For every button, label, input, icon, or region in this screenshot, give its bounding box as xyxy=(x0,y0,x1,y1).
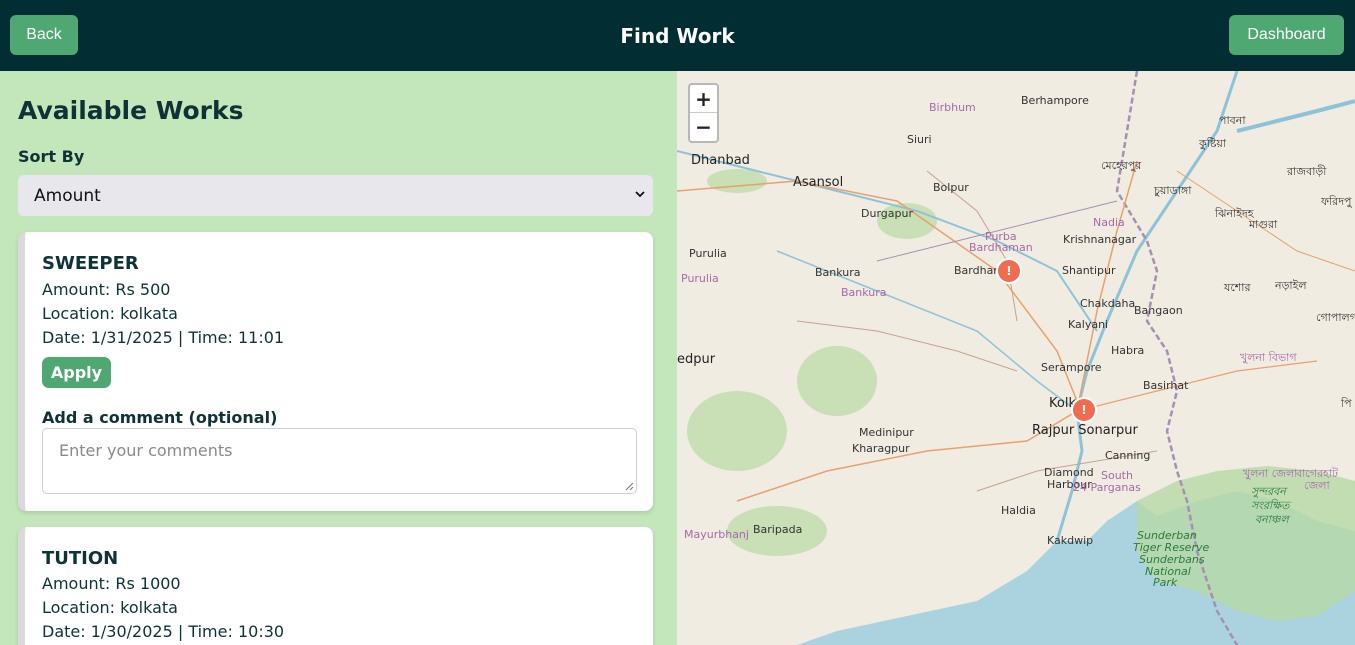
map-label: Purulia xyxy=(681,272,719,285)
map-view[interactable]: + − Dhanbad Asansol Siuri Birbhum Berham… xyxy=(677,71,1355,645)
map-label: রাজবাড়ী xyxy=(1287,165,1327,178)
map-label: ঝিনাইদহ xyxy=(1215,207,1254,220)
apply-button[interactable]: Apply xyxy=(42,357,111,388)
work-datetime: Date: 1/30/2025 | Time: 10:30 xyxy=(42,622,285,641)
work-title: TUTION xyxy=(42,548,119,569)
map-label: Kharagpur xyxy=(852,442,910,455)
resize-handle-icon[interactable] xyxy=(625,482,634,491)
map-label: Basirhat xyxy=(1143,379,1189,392)
map-label: Bankura xyxy=(841,286,887,299)
top-bar: Back Find Work Dashboard xyxy=(0,0,1355,71)
work-card: SWEEPER Amount: Rs 500 Location: kolkata… xyxy=(18,232,653,511)
chevron-down-icon xyxy=(635,191,645,198)
comment-label: Add a comment (optional) xyxy=(42,408,278,427)
map-label: Park xyxy=(1153,576,1178,589)
work-marker[interactable]: ! xyxy=(996,258,1022,284)
work-location: Location: kolkata xyxy=(42,304,178,323)
map-label: Krishnanagar xyxy=(1063,233,1137,246)
map-label: Haldia xyxy=(1001,504,1036,517)
sort-label: Sort By xyxy=(18,147,85,166)
map-label: Durgapur xyxy=(861,207,913,220)
zoom-in-button[interactable]: + xyxy=(690,85,717,113)
map-label: Medinipur xyxy=(859,426,914,439)
map-label: Shantipur xyxy=(1062,264,1116,277)
zoom-out-button[interactable]: − xyxy=(690,113,717,141)
work-title: SWEEPER xyxy=(42,253,139,274)
works-panel: Available Works Sort By Amount SWEEPER A… xyxy=(0,71,677,645)
works-heading: Available Works xyxy=(18,96,244,125)
map-label: Chakdaha xyxy=(1080,297,1136,310)
map-label: খুলনা জেলা xyxy=(1243,467,1298,480)
dashboard-button[interactable]: Dashboard xyxy=(1229,15,1344,55)
map-label: Kalyani xyxy=(1068,318,1109,331)
map-label: Birbhum xyxy=(929,101,976,114)
map-label: Dhanbad xyxy=(691,153,750,168)
map-label: Baripada xyxy=(753,523,803,536)
work-marker[interactable]: ! xyxy=(1071,397,1097,423)
map-label: Bankura xyxy=(815,266,861,279)
work-location: Location: kolkata xyxy=(42,598,178,617)
map-label: পাবনা xyxy=(1219,114,1246,127)
map-label: মেহেরপুর xyxy=(1101,159,1142,172)
work-card: TUTION Amount: Rs 1000 Location: kolkata… xyxy=(18,527,653,645)
map-label: Habra xyxy=(1111,344,1145,357)
map-label: ফরিদপু xyxy=(1321,195,1352,208)
map-label: Bardhaman xyxy=(969,241,1033,254)
comment-input[interactable]: Enter your comments xyxy=(42,428,637,494)
map-label: মাগুরা xyxy=(1249,218,1278,231)
map-label: Serampore xyxy=(1041,361,1102,374)
zoom-control: + − xyxy=(688,83,719,143)
map-label: edpur xyxy=(677,352,716,367)
map-label: খুলনা বিভাগ xyxy=(1240,351,1297,364)
map-label: Bangaon xyxy=(1134,304,1183,317)
map-label: বনাঞ্চল xyxy=(1255,513,1289,526)
map-label: Canning xyxy=(1105,449,1151,462)
sort-selected-value: Amount xyxy=(34,185,101,206)
map-label: Kakdwip xyxy=(1047,534,1094,547)
page-title: Find Work xyxy=(620,24,735,48)
map-label: Asansol xyxy=(793,175,844,190)
work-amount: Amount: Rs 500 xyxy=(42,280,171,299)
map-label: Nadia xyxy=(1093,216,1125,229)
map-label: জেলা xyxy=(1304,479,1330,492)
map-label: যশোর xyxy=(1224,281,1251,294)
map-label: গোপালগঞ xyxy=(1316,311,1355,324)
map-label: Mayurbhanj xyxy=(684,528,749,541)
map-label: নড়াইল xyxy=(1275,279,1307,292)
comment-placeholder: Enter your comments xyxy=(59,441,233,460)
work-amount: Amount: Rs 1000 xyxy=(42,574,181,593)
work-datetime: Date: 1/31/2025 | Time: 11:01 xyxy=(42,328,285,347)
map-label: 24 Parganas xyxy=(1073,481,1141,494)
sort-select[interactable]: Amount xyxy=(18,175,653,216)
map-label: Bolpur xyxy=(933,181,969,194)
map-label: পি xyxy=(1341,397,1352,410)
map-label: Rajpur Sonarpur xyxy=(1032,423,1138,438)
map-label: কুষ্টিয়া xyxy=(1199,137,1227,150)
map-label: Berhampore xyxy=(1021,94,1089,107)
map-label: Purulia xyxy=(689,247,727,260)
map-label: Siuri xyxy=(907,133,932,146)
map-label: চুয়াডাঙ্গা xyxy=(1154,184,1192,197)
